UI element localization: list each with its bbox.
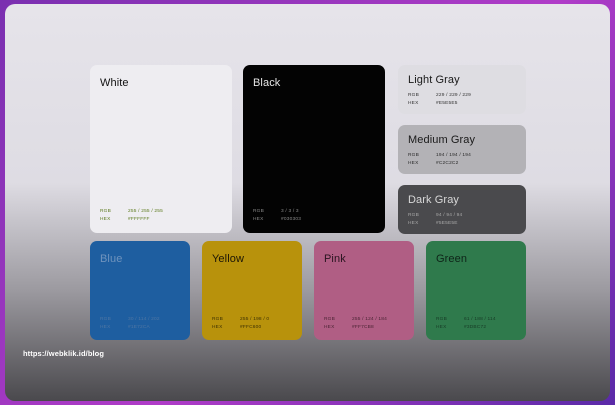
swatch-values: RGB 94 / 94 / 94 HEX #5E5E5E (408, 212, 462, 227)
rgb-label: RGB (253, 209, 264, 214)
swatch-card-pink: Pink RGB 255 / 124 / 184 HEX #FF7CB8 (314, 241, 414, 340)
hex-value: #5E5E5E (436, 220, 458, 226)
rgb-label: RGB (100, 209, 111, 214)
swatch-values: RGB 61 / 188 / 114 HEX #3DBC72 (436, 316, 496, 331)
rgb-value: 255 / 255 / 255 (128, 209, 164, 214)
hex-label: HEX (100, 216, 111, 222)
rgb-value: 3 / 3 / 3 (281, 209, 299, 214)
rgb-value: 94 / 94 / 94 (436, 213, 463, 218)
rgb-value: 229 / 229 / 229 (436, 93, 472, 98)
hex-value: #030303 (281, 216, 302, 222)
hex-value: #FF7CB8 (352, 324, 374, 330)
swatch-card-white: White RGB 255 / 255 / 255 HEX #FFFFFF (90, 65, 232, 233)
hex-value: #FFC600 (240, 324, 262, 330)
swatch-values: RGB 3 / 3 / 3 HEX #030303 (253, 208, 301, 223)
swatch-card-blue: Blue RGB 30 / 114 / 202 HEX #1E72CA (90, 241, 190, 340)
rgb-label: RGB (324, 317, 335, 322)
rgb-value: 61 / 188 / 114 (464, 317, 496, 322)
rgb-label: RGB (408, 153, 419, 158)
swatch-card-light-gray: Light Gray RGB 229 / 229 / 229 HEX #E5E5E5 (398, 65, 526, 114)
swatch-name: White (100, 77, 129, 89)
swatch-card-black: Black RGB 3 / 3 / 3 HEX #030303 (243, 65, 385, 233)
hex-label: HEX (100, 324, 111, 330)
swatch-name: Black (253, 77, 281, 89)
swatch-name: Light Gray (408, 74, 460, 86)
hex-value: #C2C2C2 (436, 160, 459, 166)
hex-label: HEX (408, 100, 419, 106)
rgb-label: RGB (212, 317, 223, 322)
rgb-value: 255 / 124 / 184 (352, 317, 388, 322)
swatch-card-medium-gray: Medium Gray RGB 194 / 194 / 194 HEX #C2C2C… (398, 125, 526, 174)
swatch-values: RGB 30 / 114 / 202 HEX #1E72CA (100, 316, 160, 331)
hex-label: HEX (408, 160, 419, 166)
hex-label: HEX (408, 220, 419, 226)
hex-value: #3DBC72 (464, 324, 487, 330)
swatch-values: RGB 229 / 229 / 229 HEX #E5E5E5 (408, 92, 471, 107)
hex-value: #FFFFFF (128, 216, 150, 222)
rgb-label: RGB (408, 93, 419, 98)
hex-label: HEX (436, 324, 447, 330)
rgb-label: RGB (408, 213, 419, 218)
swatch-values: RGB 194 / 194 / 194 HEX #C2C2C2 (408, 152, 471, 167)
swatch-values: RGB 255 / 255 / 255 HEX #FFFFFF (100, 208, 163, 223)
swatch-name: Green (436, 253, 468, 265)
swatch-card-dark-gray: Dark Gray RGB 94 / 94 / 94 HEX #5E5E5E (398, 185, 526, 234)
swatch-name: Yellow (212, 253, 244, 265)
hex-label: HEX (324, 324, 335, 330)
swatch-name: Blue (100, 253, 123, 265)
swatch-name: Dark Gray (408, 194, 460, 206)
swatch-values: RGB 255 / 124 / 184 HEX #FF7CB8 (324, 316, 387, 331)
rgb-label: RGB (100, 317, 111, 322)
swatch-name: Pink (324, 253, 346, 265)
swatch-name: Medium Gray (408, 134, 476, 146)
hex-label: HEX (212, 324, 223, 330)
swatch-card-green: Green RGB 61 / 188 / 114 HEX #3DBC72 (426, 241, 526, 340)
hex-value: #E5E5E5 (436, 100, 458, 106)
rgb-value: 194 / 194 / 194 (436, 153, 472, 158)
swatch-card-yellow: Yellow RGB 255 / 198 / 0 HEX #FFC600 (202, 241, 302, 340)
hex-label: HEX (253, 216, 264, 222)
source-url: https://webklik.id/blog (23, 349, 105, 358)
hex-value: #1E72CA (128, 324, 150, 330)
content-frame: White RGB 255 / 255 / 255 HEX #FFFFFF Blac… (5, 4, 610, 401)
swatch-values: RGB 255 / 198 / 0 HEX #FFC600 (212, 316, 269, 331)
rgb-label: RGB (436, 317, 447, 322)
rgb-value: 255 / 198 / 0 (240, 317, 270, 322)
rgb-value: 30 / 114 / 202 (128, 317, 160, 322)
